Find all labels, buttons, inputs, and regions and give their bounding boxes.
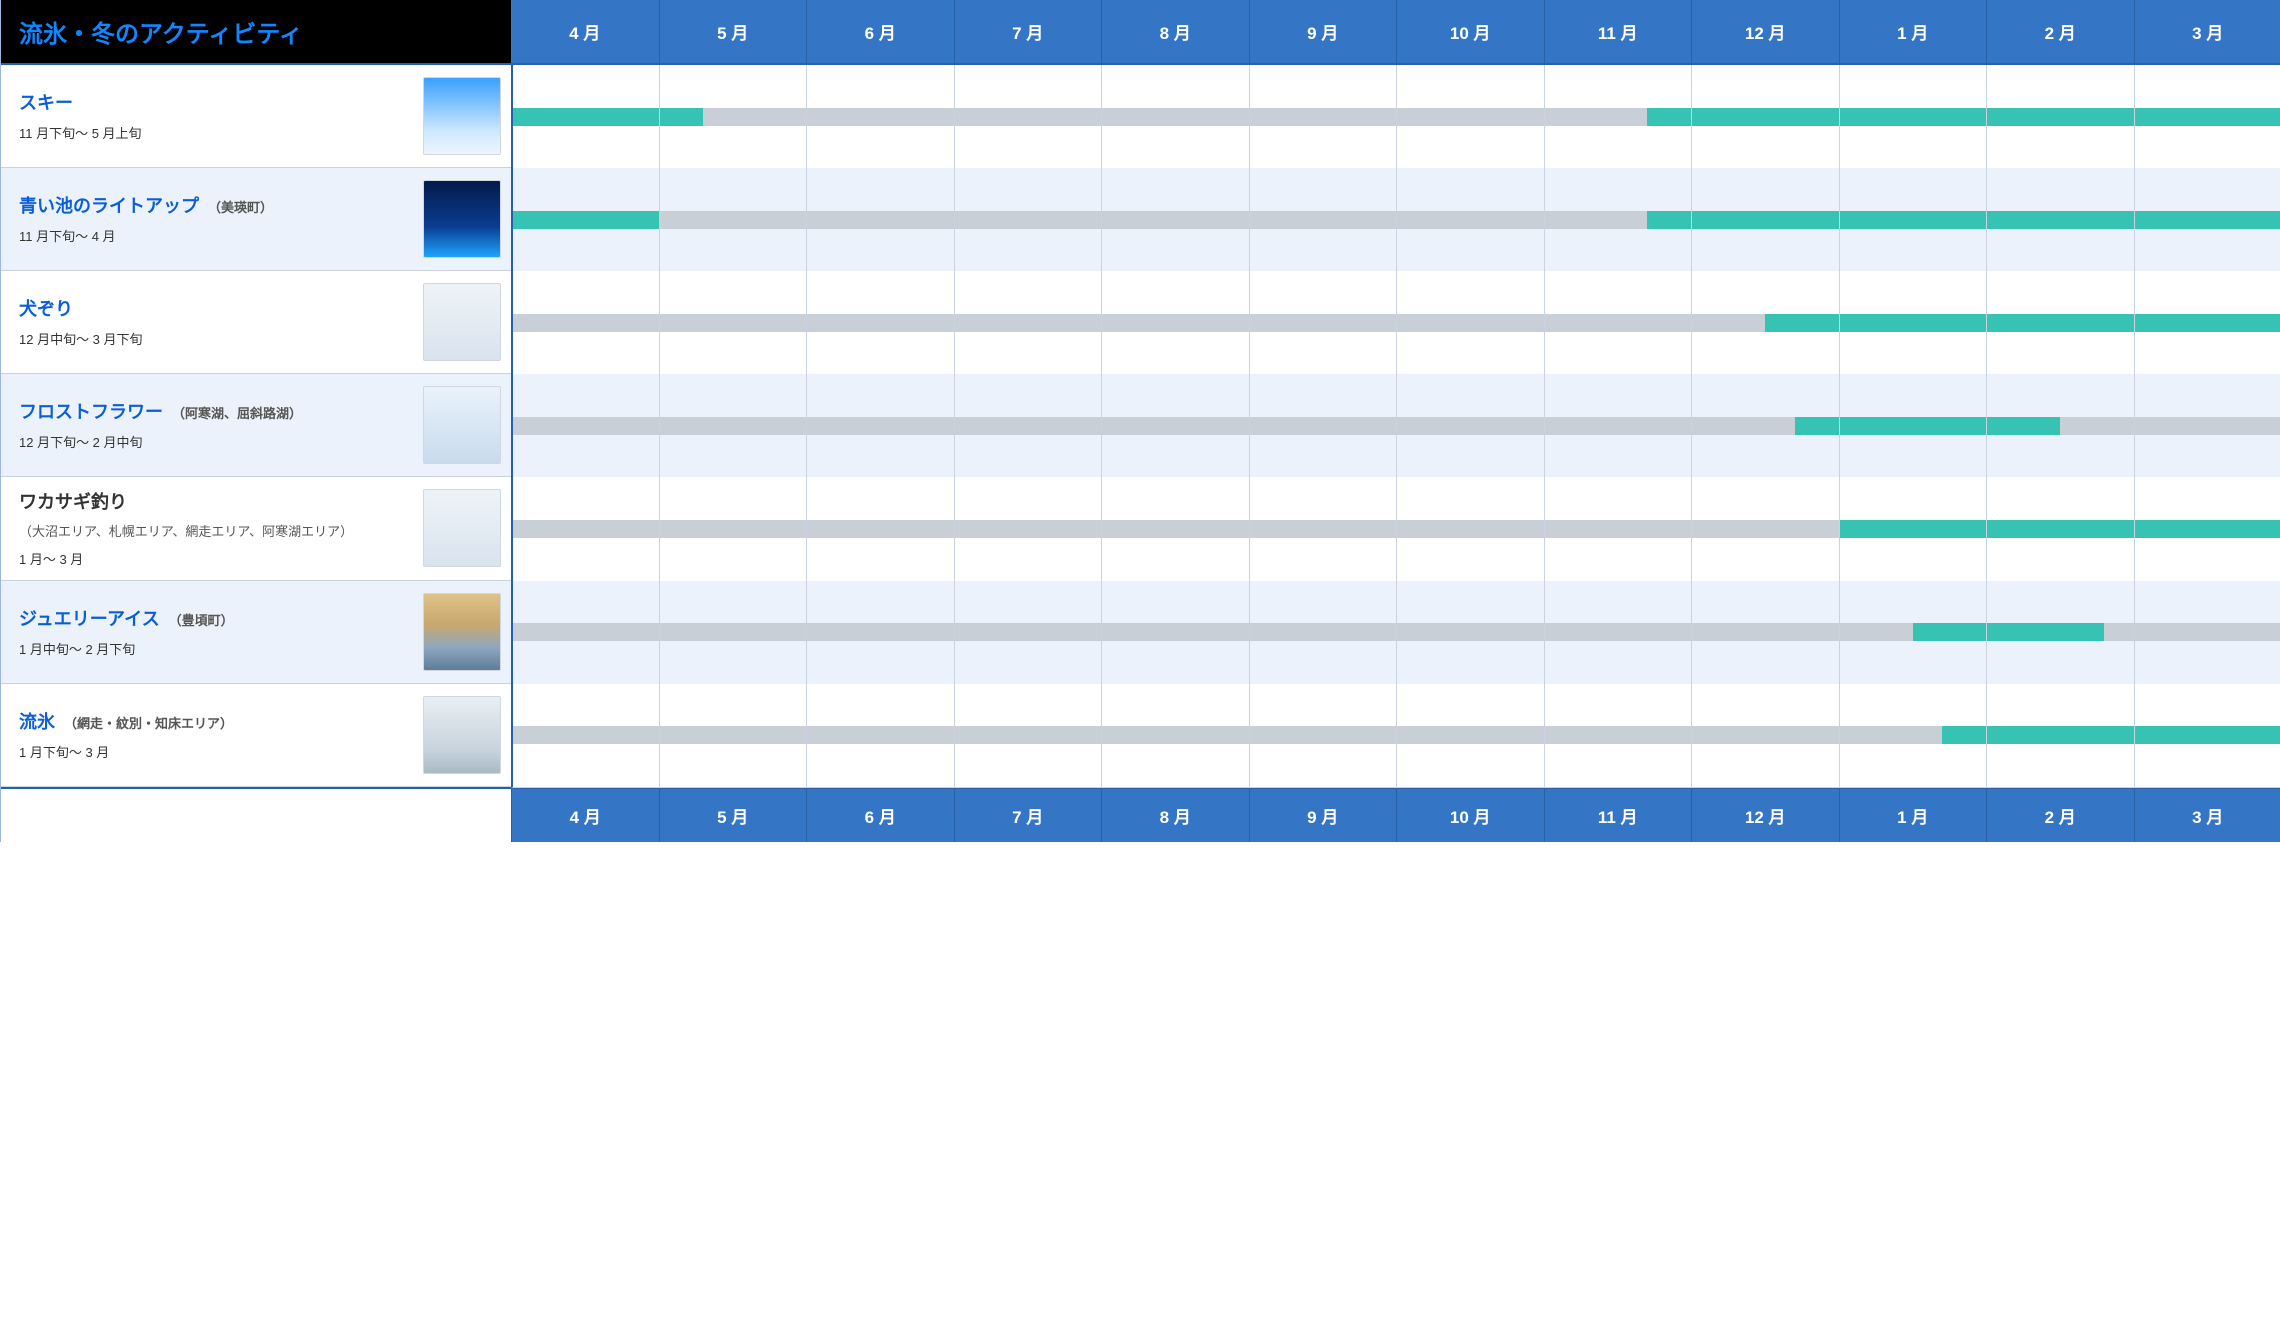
activity-link-ski[interactable]: スキー (19, 93, 73, 113)
month-footer: 7 月 (954, 787, 1102, 842)
footer-spacer (1, 787, 511, 842)
month-footer: 4 月 (511, 787, 659, 842)
activity-row-blue-pond: 青い池のライトアップ （美瑛町） 11 月下旬～ 4 月 (1, 168, 511, 271)
activity-location: （大沼エリア、札幌エリア、網走エリア、阿寒湖エリア） (19, 522, 411, 543)
activity-link-drift-ice[interactable]: 流氷 (19, 712, 55, 732)
month-header: 9 月 (1249, 0, 1397, 65)
activity-row-frost-flower: フロストフラワー （阿寒湖、屈斜路湖） 12 月下旬～ 2 月中旬 (1, 374, 511, 477)
activity-period: 11 月下旬～ 4 月 (19, 226, 411, 245)
month-header: 5 月 (659, 0, 807, 65)
month-footer: 11 月 (1544, 787, 1692, 842)
activity-period: 1 月～ 3 月 (19, 549, 411, 568)
activity-period: 12 月中旬～ 3 月下旬 (19, 329, 411, 348)
month-header: 11 月 (1544, 0, 1692, 65)
activity-row-dog-sled: 犬ぞり 12 月中旬～ 3 月下旬 (1, 271, 511, 374)
month-header: 10 月 (1396, 0, 1544, 65)
month-footer: 5 月 (659, 787, 807, 842)
month-footer: 8 月 (1101, 787, 1249, 842)
activity-location: （網走・紋別・知床エリア） (64, 716, 233, 731)
activity-period: 12 月下旬～ 2 月中旬 (19, 432, 411, 451)
activity-link-frost-flower[interactable]: フロストフラワー (19, 402, 163, 422)
activity-row-drift-ice: 流氷 （網走・紋別・知床エリア） 1 月下旬～ 3 月 (1, 684, 511, 787)
activity-location: （阿寒湖、屈斜路湖） (172, 406, 302, 421)
month-footer: 1 月 (1839, 787, 1987, 842)
winter-activity-gantt: 流氷・冬のアクティビティ 4 月 5 月 6 月 7 月 8 月 9 月 10 … (0, 0, 2280, 842)
activity-thumbnail[interactable] (423, 489, 501, 567)
month-header: 7 月 (954, 0, 1102, 65)
month-footer: 3 月 (2134, 787, 2280, 842)
section-title-text: 流氷・冬のアクティビティ (19, 14, 303, 49)
month-footer: 6 月 (806, 787, 954, 842)
month-header: 4 月 (511, 0, 659, 65)
activity-thumbnail[interactable] (423, 77, 501, 155)
activity-row-jewelry-ice: ジュエリーアイス （豊頃町） 1 月中旬～ 2 月下旬 (1, 581, 511, 684)
month-header: 3 月 (2134, 0, 2280, 65)
activity-link-jewelry-ice[interactable]: ジュエリーアイス (19, 609, 160, 629)
activity-row-wakasagi: ワカサギ釣り （大沼エリア、札幌エリア、網走エリア、阿寒湖エリア） 1 月～ 3… (1, 477, 511, 581)
activity-thumbnail[interactable] (423, 386, 501, 464)
month-header: 12 月 (1691, 0, 1839, 65)
activity-row-ski: スキー 11 月下旬～ 5 月上旬 (1, 65, 511, 168)
month-header: 2 月 (1986, 0, 2134, 65)
activity-thumbnail[interactable] (423, 180, 501, 258)
activity-location: （美瑛町） (208, 200, 273, 215)
activity-link-blue-pond[interactable]: 青い池のライトアップ (19, 196, 199, 216)
month-footer: 12 月 (1691, 787, 1839, 842)
section-title: 流氷・冬のアクティビティ (1, 0, 511, 65)
month-footer: 2 月 (1986, 787, 2134, 842)
month-header: 1 月 (1839, 0, 1987, 65)
month-footer: 9 月 (1249, 787, 1397, 842)
activity-thumbnail[interactable] (423, 593, 501, 671)
activity-thumbnail[interactable] (423, 283, 501, 361)
activity-period: 1 月中旬～ 2 月下旬 (19, 639, 411, 658)
activity-title-wakasagi: ワカサギ釣り (19, 492, 127, 512)
month-footer: 10 月 (1396, 787, 1544, 842)
month-header: 8 月 (1101, 0, 1249, 65)
activity-location: （豊頃町） (169, 613, 234, 628)
activity-link-dog-sled[interactable]: 犬ぞり (19, 299, 73, 319)
activity-thumbnail[interactable] (423, 696, 501, 774)
month-header: 6 月 (806, 0, 954, 65)
activity-period: 11 月下旬～ 5 月上旬 (19, 123, 411, 142)
activity-period: 1 月下旬～ 3 月 (19, 742, 411, 761)
